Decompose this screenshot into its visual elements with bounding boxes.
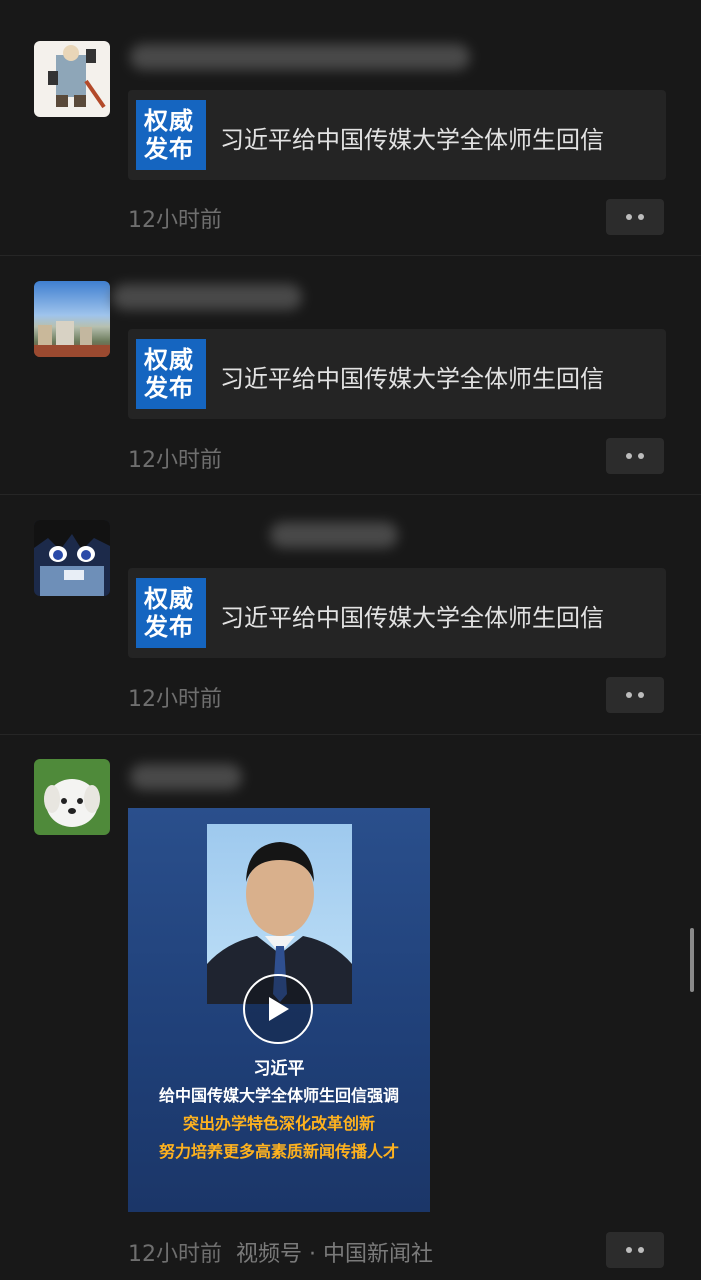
more-dots-icon — [638, 692, 644, 698]
more-actions-button[interactable] — [606, 1232, 664, 1268]
thumb-text-line1: 权威 — [144, 346, 194, 374]
divider — [0, 494, 701, 495]
post-time: 12小时前 视频号 · 中国新闻社 — [128, 1236, 433, 1268]
post-time: 12小时前 — [128, 687, 222, 712]
link-thumbnail: 权威 发布 — [136, 100, 206, 170]
post-source[interactable]: 视频号 · 中国新闻社 — [236, 1242, 433, 1267]
link-title: 习近平给中国传媒大学全体师生回信 — [220, 604, 604, 632]
more-actions-button[interactable] — [606, 677, 664, 713]
username-blurred — [130, 44, 470, 70]
thumb-text-line1: 权威 — [144, 585, 194, 613]
more-dots-icon — [638, 453, 644, 459]
video-caption-line2: 给中国传媒大学全体师生回信强调 — [158, 1086, 399, 1105]
link-card[interactable]: 权威 发布 习近平给中国传媒大学全体师生回信 — [128, 90, 666, 180]
link-card[interactable]: 权威 发布 习近平给中国传媒大学全体师生回信 — [128, 568, 666, 658]
more-dots-icon — [626, 692, 632, 698]
avatar[interactable] — [34, 281, 110, 357]
more-actions-button[interactable] — [606, 199, 664, 235]
username-blurred — [270, 522, 398, 548]
video-caption-line4: 努力培养更多高素质新闻传播人才 — [158, 1142, 399, 1161]
more-dots-icon — [626, 453, 632, 459]
more-dots-icon — [638, 1247, 644, 1253]
play-icon — [269, 997, 289, 1021]
divider — [0, 734, 701, 735]
link-thumbnail: 权威 发布 — [136, 578, 206, 648]
more-actions-button[interactable] — [606, 438, 664, 474]
avatar[interactable] — [34, 41, 110, 117]
scrollbar[interactable] — [690, 928, 694, 992]
avatar[interactable] — [34, 759, 110, 835]
more-dots-icon — [638, 214, 644, 220]
link-title: 习近平给中国传媒大学全体师生回信 — [220, 126, 604, 154]
video-thumbnail[interactable]: 习近平 给中国传媒大学全体师生回信强调 突出办学特色深化改革创新 努力培养更多高… — [128, 808, 430, 1212]
play-button[interactable] — [243, 974, 313, 1044]
video-caption-line3: 突出办学特色深化改革创新 — [182, 1114, 375, 1133]
thumb-text-line2: 发布 — [144, 374, 194, 402]
thumb-text-line1: 权威 — [144, 107, 194, 135]
more-dots-icon — [626, 214, 632, 220]
avatar-cartoon-icon — [48, 45, 106, 109]
post-time: 12小时前 — [128, 208, 222, 233]
video-caption-name: 习近平 — [253, 1059, 305, 1079]
avatar[interactable] — [34, 520, 110, 596]
username-blurred — [130, 764, 242, 790]
more-dots-icon — [626, 1247, 632, 1253]
post-time-text: 12小时前 — [128, 1242, 222, 1267]
link-thumbnail: 权威 发布 — [136, 339, 206, 409]
username-blurred — [112, 284, 302, 310]
link-card[interactable]: 权威 发布 习近平给中国传媒大学全体师生回信 — [128, 329, 666, 419]
avatar-puppy-icon — [44, 779, 100, 827]
post-time: 12小时前 — [128, 448, 222, 473]
avatar-landscape-icon — [34, 321, 110, 357]
link-title: 习近平给中国传媒大学全体师生回信 — [220, 365, 604, 393]
avatar-anime-icon — [34, 520, 110, 596]
divider — [0, 255, 701, 256]
thumb-text-line2: 发布 — [144, 613, 194, 641]
thumb-text-line2: 发布 — [144, 135, 194, 163]
